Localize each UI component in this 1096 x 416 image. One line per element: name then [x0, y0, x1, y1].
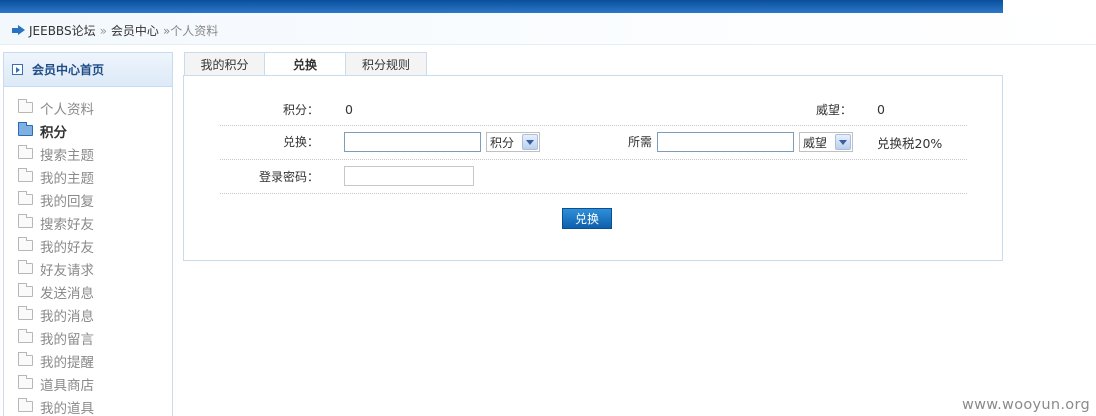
sidebar-item-my-topics[interactable]: 我的主题 — [4, 165, 172, 188]
sidebar-item-my-reminders[interactable]: 我的提醒 — [4, 349, 172, 372]
folder-icon — [18, 191, 33, 205]
tab-exchange[interactable]: 兑换 — [265, 52, 346, 76]
folder-icon — [18, 375, 33, 389]
sidebar-item-profile[interactable]: 个人资料 — [4, 96, 172, 119]
expand-arrow-icon — [12, 64, 23, 75]
sidebar-header[interactable]: 会员中心首页 — [4, 53, 172, 87]
chevron-down-icon — [522, 134, 538, 150]
breadcrumb-member-center-link[interactable]: 会员中心 — [111, 22, 159, 39]
tab-points-rules[interactable]: 积分规则 — [346, 52, 427, 76]
sidebar-item-item-shop[interactable]: 道具商店 — [4, 372, 172, 395]
password-label: 登录密码： — [259, 170, 320, 184]
breadcrumb: JEEBBS论坛 » 会员中心 »个人资料 — [12, 22, 218, 39]
prestige-label: 威望： — [816, 103, 853, 117]
sidebar-item-search-friends[interactable]: 搜索好友 — [4, 211, 172, 234]
exchange-panel: 积分： 0 威望： 0 兑换： 积分 所需 威望 兑换税20% 登录密码： 兑换 — [183, 75, 1003, 261]
prestige-value: 0 — [877, 102, 885, 117]
points-value: 0 — [345, 102, 353, 117]
form-row-exchange: 兑换： 积分 所需 威望 兑换税20% — [220, 126, 967, 160]
folder-icon — [18, 99, 33, 113]
required-amount-input[interactable] — [657, 132, 794, 152]
folder-icon — [18, 283, 33, 297]
folder-icon — [18, 145, 33, 159]
sidebar-item-my-replies[interactable]: 我的回复 — [4, 188, 172, 211]
folder-icon — [18, 237, 33, 251]
exchange-submit-button[interactable]: 兑换 — [562, 208, 612, 229]
breadcrumb-home-link[interactable]: JEEBBS论坛 — [29, 22, 96, 39]
sidebar-item-my-messages[interactable]: 我的消息 — [4, 303, 172, 326]
sidebar-header-label: 会员中心首页 — [32, 63, 105, 77]
tab-bar: 我的积分 兑换 积分规则 — [184, 52, 427, 76]
breadcrumb-separator: » — [99, 23, 107, 38]
arrow-right-icon — [12, 24, 25, 37]
password-input[interactable] — [344, 166, 474, 186]
exchange-label: 兑换： — [283, 135, 320, 149]
form-row-password: 登录密码： — [220, 160, 967, 194]
sidebar: 会员中心首页 个人资料 积分 搜索主题 我的主题 我的回复 搜索好友 我的好友 … — [3, 52, 173, 416]
exchange-unit-select[interactable]: 积分 — [486, 132, 540, 152]
folder-icon — [18, 214, 33, 228]
sidebar-item-search-topics[interactable]: 搜索主题 — [4, 142, 172, 165]
sidebar-item-friend-requests[interactable]: 好友请求 — [4, 257, 172, 280]
folder-icon — [18, 329, 33, 343]
sidebar-item-my-items[interactable]: 我的道具 — [4, 395, 172, 416]
chevron-down-icon — [835, 134, 851, 150]
sidebar-menu: 个人资料 积分 搜索主题 我的主题 我的回复 搜索好友 我的好友 好友请求 发送… — [4, 87, 172, 416]
required-unit-select[interactable]: 威望 — [799, 132, 853, 152]
required-label: 所需 — [628, 135, 653, 149]
breadcrumb-current: »个人资料 — [162, 24, 219, 38]
exchange-tax-text: 兑换税20% — [877, 136, 943, 151]
sidebar-item-send-message[interactable]: 发送消息 — [4, 280, 172, 303]
watermark: www.wooyun.org — [961, 397, 1090, 413]
sidebar-item-my-friends[interactable]: 我的好友 — [4, 234, 172, 257]
exchange-amount-input[interactable] — [344, 132, 481, 152]
folder-icon — [18, 352, 33, 366]
sidebar-item-points[interactable]: 积分 — [4, 119, 172, 142]
form-row-balance: 积分： 0 威望： 0 — [220, 76, 967, 126]
folder-icon — [18, 398, 33, 412]
folder-icon — [18, 306, 33, 320]
folder-open-icon — [18, 122, 33, 136]
tab-my-points[interactable]: 我的积分 — [184, 52, 265, 76]
top-banner — [0, 0, 1003, 13]
folder-icon — [18, 168, 33, 182]
points-label: 积分： — [283, 103, 320, 117]
sidebar-item-my-guestbook[interactable]: 我的留言 — [4, 326, 172, 349]
folder-icon — [18, 260, 33, 274]
